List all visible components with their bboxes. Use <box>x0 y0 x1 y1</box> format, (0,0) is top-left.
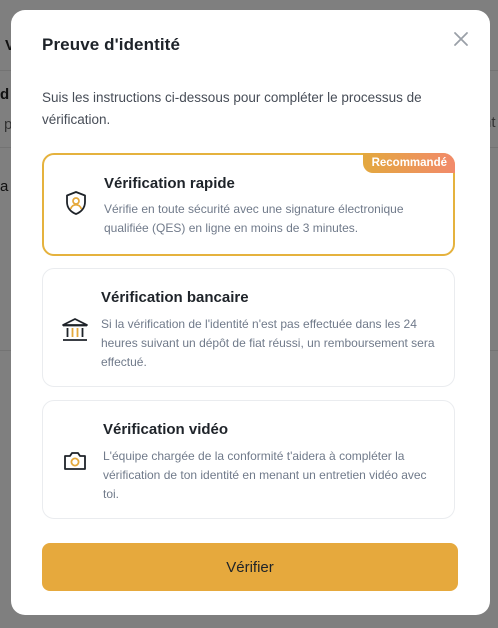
bank-icon <box>62 318 88 341</box>
identity-proof-modal: Preuve d'identité Suis les instructions … <box>11 10 490 615</box>
option-title: Vérification vidéo <box>103 421 229 438</box>
option-description: Si la vérification de l'identité n'est p… <box>101 317 435 369</box>
recommended-badge: Recommandé <box>362 153 455 173</box>
option-bank-verification[interactable]: Vérification bancaire Si la vérification… <box>42 268 455 387</box>
close-icon <box>454 32 468 46</box>
option-video-verification[interactable]: Vérification vidéo L'équipe chargée de l… <box>42 400 455 519</box>
option-title: Vérification rapide <box>104 175 235 192</box>
camera-icon <box>64 452 86 470</box>
shield-user-icon <box>66 191 86 215</box>
verify-button[interactable]: Vérifier <box>42 543 458 591</box>
option-quick-verification[interactable]: Recommandé Vérification rapide Vérifie e… <box>42 153 455 256</box>
modal-intro-text: Suis les instructions ci-dessous pour co… <box>42 90 422 127</box>
option-description: L'équipe chargée de la conformité t'aide… <box>103 449 427 501</box>
close-button[interactable] <box>451 29 471 49</box>
option-description: Vérifie en toute sécurité avec une signa… <box>104 202 404 235</box>
modal-title: Preuve d'identité <box>42 35 180 54</box>
option-title: Vérification bancaire <box>101 289 249 306</box>
